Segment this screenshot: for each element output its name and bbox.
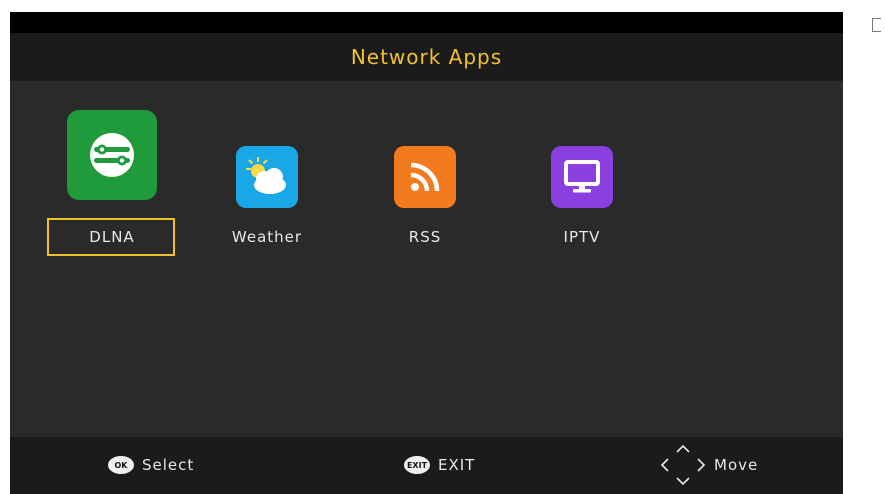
- app-label-weather: Weather: [231, 228, 303, 246]
- hint-exit-label: EXIT: [438, 456, 476, 474]
- dpad-arrows-icon: [660, 444, 706, 486]
- app-label-rss: RSS: [408, 228, 442, 246]
- right-margin: [843, 12, 885, 494]
- page-title: Network Apps: [350, 45, 503, 69]
- sun-cloud-icon: [236, 146, 298, 208]
- hint-move: Move: [660, 444, 758, 486]
- ok-button-icon: OK: [108, 456, 134, 474]
- app-label-dlna: DLNA: [89, 228, 135, 246]
- app-label-iptv: IPTV: [563, 228, 601, 246]
- hint-select: OK Select: [108, 450, 194, 480]
- app-tile-iptv[interactable]: IPTV: [532, 146, 632, 256]
- rss-icon: [394, 146, 456, 208]
- app-tile-dlna[interactable]: DLNA: [47, 110, 177, 260]
- exit-button-icon: EXIT: [404, 456, 430, 474]
- app-tile-weather[interactable]: Weather: [217, 146, 317, 256]
- title-bar: Network Apps: [10, 33, 843, 81]
- hint-select-label: Select: [142, 456, 195, 474]
- hint-move-label: Move: [714, 456, 759, 474]
- dlna-share-icon: [67, 110, 157, 200]
- corner-bracket-icon: [872, 18, 881, 32]
- app-tile-rss[interactable]: RSS: [375, 146, 475, 256]
- tv-monitor-icon: [551, 146, 613, 208]
- hint-exit: EXIT EXIT: [404, 450, 475, 480]
